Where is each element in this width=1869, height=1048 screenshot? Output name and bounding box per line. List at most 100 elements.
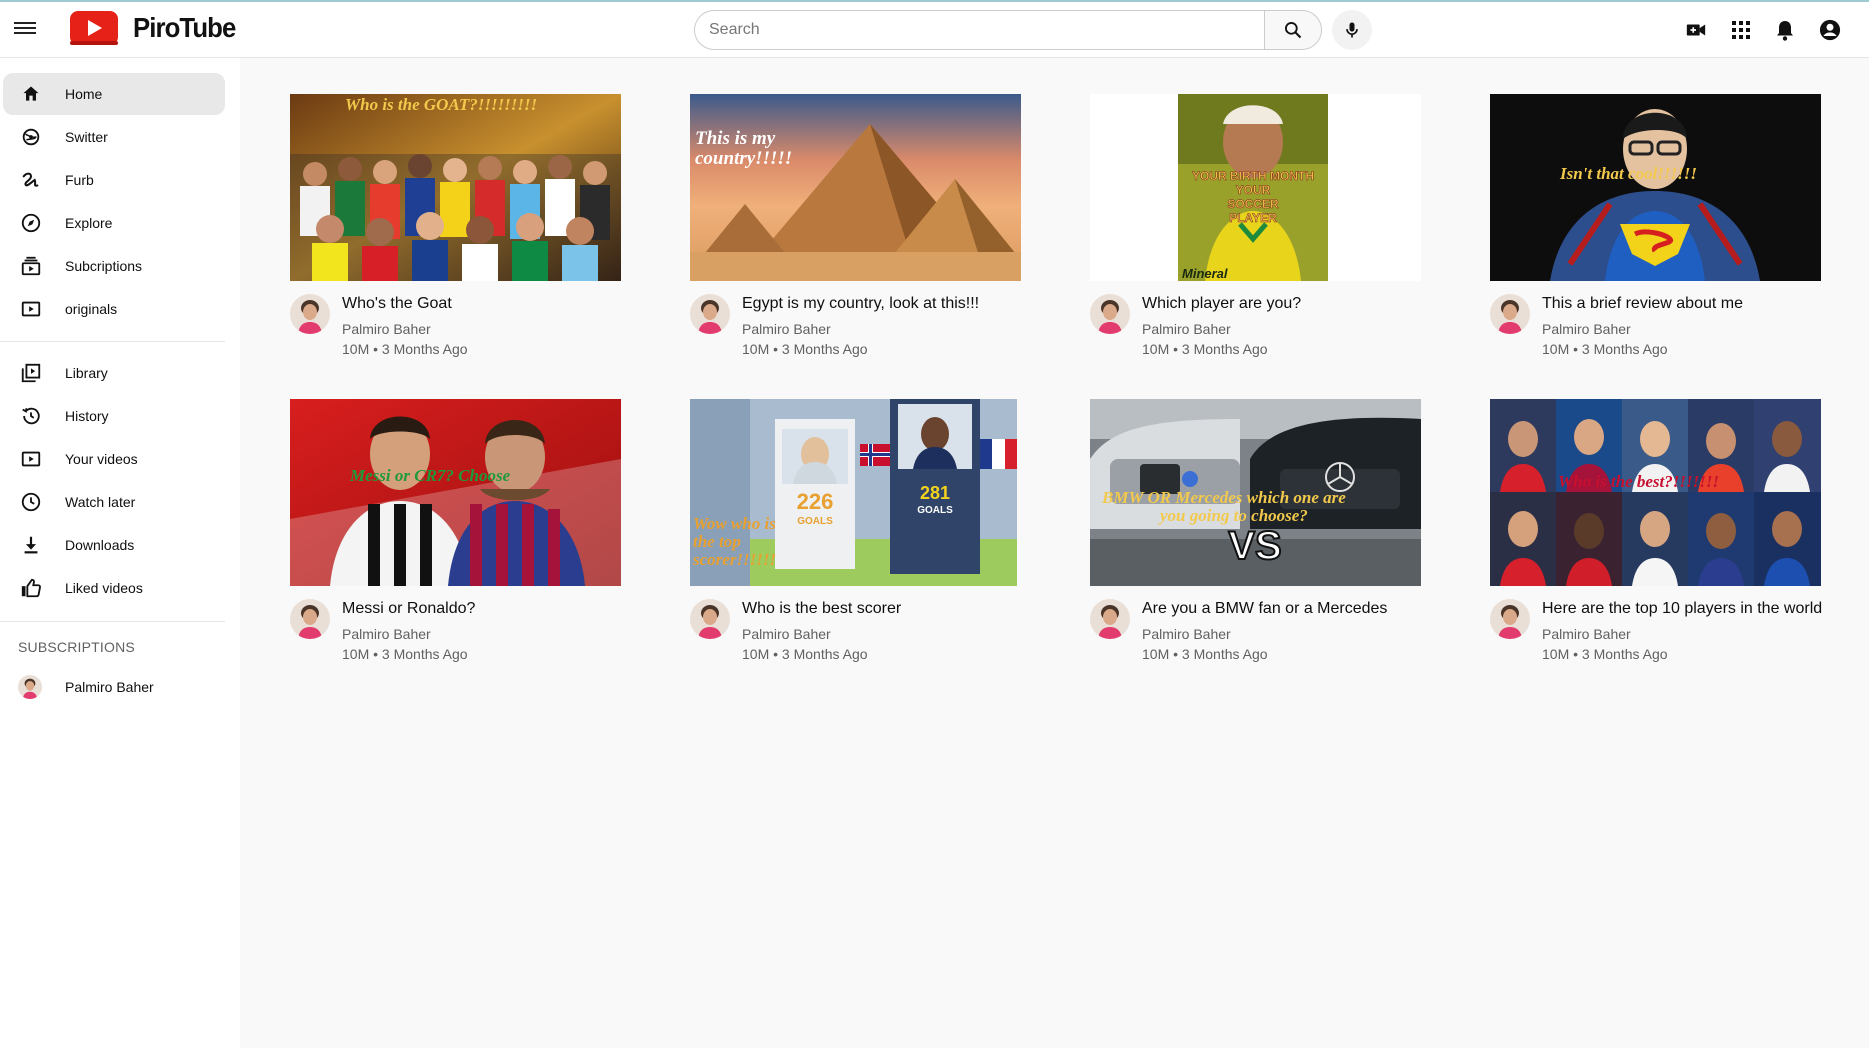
create-video-icon[interactable] (1684, 18, 1708, 42)
channel-avatar[interactable] (1090, 294, 1130, 334)
thumbnail-overlay-text: BMW OR Mercedes which one are (1101, 488, 1346, 507)
search-input[interactable] (694, 10, 1264, 50)
switter-icon (19, 125, 43, 149)
voice-search-button[interactable] (1332, 10, 1372, 50)
video-thumbnail[interactable]: Messi or CR7? Choose (290, 399, 621, 586)
menu-icon[interactable] (14, 19, 36, 37)
channel-avatar (18, 675, 42, 699)
logo[interactable]: PiroTube (69, 10, 244, 46)
channel-avatar[interactable] (290, 294, 330, 334)
channel-avatar[interactable] (1490, 294, 1530, 334)
explore-icon (19, 211, 43, 235)
svg-text:PLAYER: PLAYER (1229, 211, 1277, 225)
video-title[interactable]: Who's the Goat (342, 295, 452, 313)
video-meta: 10M • 3 Months Ago (342, 341, 468, 357)
sidebar-item-label: Liked videos (65, 580, 143, 596)
video-thumbnail[interactable]: Who is the GOAT?!!!!!!!!! (290, 94, 621, 281)
sidebar-item-switter[interactable]: Switter (3, 116, 225, 158)
sidebar-item-label: Library (65, 365, 108, 381)
video-title[interactable]: Here are the top 10 players in the world (1542, 600, 1822, 618)
sidebar-item-subscriptions[interactable]: Subcriptions (3, 245, 225, 287)
top-bar: PiroTube (0, 2, 1869, 58)
video-thumbnail[interactable]: Isn't that cool!!!!!! (1490, 94, 1821, 281)
sidebar-item-label: originals (65, 301, 118, 317)
thumbnail-overlay-text: scorer!!!!!! (692, 550, 776, 569)
svg-text:SOCCER: SOCCER (1227, 197, 1279, 211)
channel-avatar[interactable] (1090, 599, 1130, 639)
channel-avatar[interactable] (1490, 599, 1530, 639)
thumbnail-overlay-text: Who is the GOAT?!!!!!!!!! (345, 95, 537, 114)
video-title[interactable]: Who is the best scorer (742, 600, 901, 618)
video-title[interactable]: Egypt is my country, look at this!!! (742, 295, 979, 313)
sidebar-item-library[interactable]: Library (3, 352, 225, 394)
svg-text:281: 281 (920, 483, 950, 503)
thumbnail-overlay-text: Messi or CR7? Choose (349, 466, 511, 485)
video-title[interactable]: Messi or Ronaldo? (342, 600, 475, 618)
sidebar-item-label: History (65, 408, 109, 424)
sidebar: Home Switter Furb Explore Subcriptions o… (0, 58, 240, 1048)
logo-play-icon (70, 11, 118, 45)
liked-videos-icon (19, 576, 43, 600)
search-icon (1285, 22, 1302, 39)
notifications-bell-icon[interactable] (1773, 18, 1797, 42)
sidebar-item-label: Furb (65, 172, 94, 188)
thumbnail-overlay-text: Who is the best?!!!!!!! (1558, 472, 1719, 491)
furb-icon (19, 168, 43, 192)
video-channel-name[interactable]: Palmiro Baher (742, 321, 831, 337)
channel-avatar[interactable] (690, 599, 730, 639)
downloads-icon (19, 533, 43, 557)
history-icon (19, 404, 43, 428)
svg-text:GOALS: GOALS (917, 505, 953, 516)
video-meta: 10M • 3 Months Ago (342, 646, 468, 662)
logo-text: PiroTube (133, 12, 236, 43)
sidebar-item-furb[interactable]: Furb (3, 159, 225, 201)
mic-icon (1346, 22, 1358, 38)
thumbnail-overlay-text: Wow who is (693, 514, 776, 533)
channel-avatar[interactable] (290, 599, 330, 639)
thumbnail-overlay-text: you going to choose? (1158, 506, 1308, 525)
search-bar (694, 10, 1322, 50)
video-title[interactable]: Are you a BMW fan or a Mercedes (1142, 600, 1387, 618)
search-button[interactable] (1264, 10, 1322, 50)
svg-text:226: 226 (797, 489, 834, 514)
video-channel-name[interactable]: Palmiro Baher (1142, 321, 1231, 337)
video-channel-name[interactable]: Palmiro Baher (1542, 626, 1631, 642)
subscriptions-icon (19, 254, 43, 278)
video-thumbnail[interactable]: YOUR BIRTH MONTH YOUR SOCCER PLAYER Mine… (1090, 94, 1421, 281)
sidebar-item-home[interactable]: Home (3, 73, 225, 115)
sidebar-item-your-videos[interactable]: Your videos (3, 438, 225, 480)
video-channel-name[interactable]: Palmiro Baher (342, 626, 431, 642)
channel-avatar[interactable] (690, 294, 730, 334)
sidebar-item-label: Switter (65, 129, 108, 145)
video-channel-name[interactable]: Palmiro Baher (1142, 626, 1231, 642)
account-icon[interactable] (1818, 18, 1842, 42)
video-thumbnail[interactable]: This is my country!!!!! (690, 94, 1021, 281)
video-channel-name[interactable]: Palmiro Baher (742, 626, 831, 642)
sidebar-item-explore[interactable]: Explore (3, 202, 225, 244)
video-title[interactable]: This a brief review about me (1542, 295, 1743, 313)
video-thumbnail[interactable]: VS BMW OR Mercedes which one are you goi… (1090, 399, 1421, 586)
sidebar-item-label: Watch later (65, 494, 136, 510)
video-meta: 10M • 3 Months Ago (742, 341, 868, 357)
video-meta: 10M • 3 Months Ago (742, 646, 868, 662)
video-meta: 10M • 3 Months Ago (1542, 341, 1668, 357)
subscription-item[interactable]: Palmiro Baher (3, 666, 225, 708)
svg-text:GOALS: GOALS (797, 516, 833, 527)
svg-text:YOUR BIRTH MONTH: YOUR BIRTH MONTH (1192, 169, 1314, 183)
sidebar-item-label: Explore (65, 215, 113, 231)
sidebar-item-watch-later[interactable]: Watch later (3, 481, 225, 523)
video-meta: 10M • 3 Months Ago (1142, 341, 1268, 357)
subscriptions-heading: SUBSCRIPTIONS (18, 639, 135, 655)
sidebar-item-liked-videos[interactable]: Liked videos (3, 567, 225, 609)
thumbnail-overlay-text: the top (693, 532, 741, 551)
video-channel-name[interactable]: Palmiro Baher (1542, 321, 1631, 337)
sidebar-item-downloads[interactable]: Downloads (3, 524, 225, 566)
video-thumbnail[interactable]: 226 GOALS 281 GOALS Wow who is the top s… (690, 399, 1021, 586)
your-videos-icon (19, 447, 43, 471)
video-title[interactable]: Which player are you? (1142, 295, 1301, 313)
video-channel-name[interactable]: Palmiro Baher (342, 321, 431, 337)
video-thumbnail[interactable]: Who is the best?!!!!!!! (1490, 399, 1821, 586)
apps-grid-icon[interactable] (1729, 18, 1753, 42)
sidebar-item-originals[interactable]: originals (3, 288, 225, 330)
sidebar-item-history[interactable]: History (3, 395, 225, 437)
